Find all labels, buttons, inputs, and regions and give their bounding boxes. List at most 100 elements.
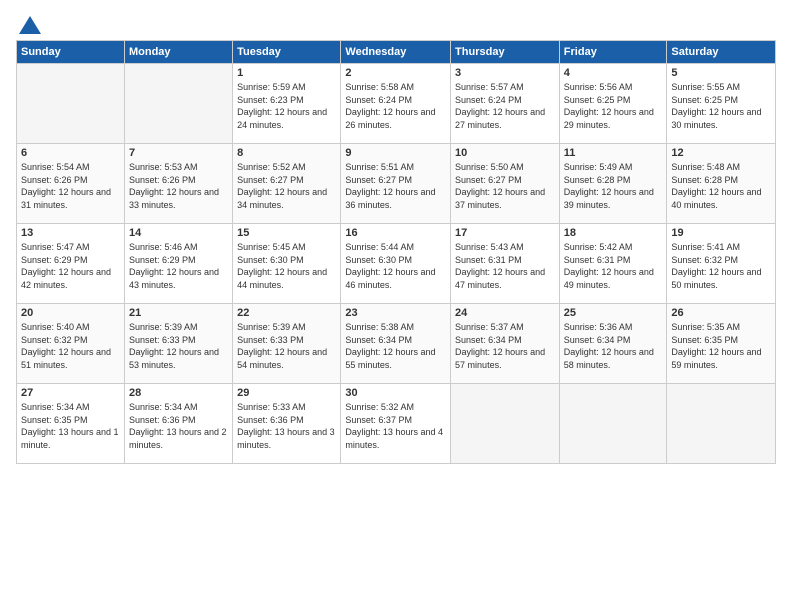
calendar-cell: 24 Sunrise: 5:37 AMSunset: 6:34 PMDayligh…	[451, 304, 560, 384]
day-number: 7	[129, 147, 228, 159]
day-number: 3	[455, 67, 555, 79]
day-number: 17	[455, 227, 555, 239]
day-info: Sunrise: 5:58 AMSunset: 6:24 PMDaylight:…	[345, 81, 446, 131]
calendar-cell: 29Sunrise: 5:33 AMSunset: 6:36 PMDayligh…	[233, 384, 341, 464]
day-info: Sunrise: 5:37 AMSunset: 6:34 PMDaylight:…	[455, 321, 555, 371]
day-info: Sunrise: 5:48 AMSunset: 6:28 PMDaylight:…	[671, 161, 771, 211]
calendar-cell	[17, 64, 125, 144]
calendar-cell: 21 Sunrise: 5:39 AMSunset: 6:33 PMDayligh…	[124, 304, 232, 384]
calendar-cell: 17 Sunrise: 5:43 AMSunset: 6:31 PMDayligh…	[451, 224, 560, 304]
calendar-cell: 13 Sunrise: 5:47 AMSunset: 6:29 PMDayligh…	[17, 224, 125, 304]
day-info: Sunrise: 5:43 AMSunset: 6:31 PMDaylight:…	[455, 241, 555, 291]
day-number: 5	[671, 67, 771, 79]
day-info: Sunrise: 5:42 AMSunset: 6:31 PMDaylight:…	[564, 241, 663, 291]
day-number: 1	[237, 67, 336, 79]
day-number: 8	[237, 147, 336, 159]
day-number: 12	[671, 147, 771, 159]
day-number: 19	[671, 227, 771, 239]
day-header: Wednesday	[341, 41, 451, 64]
calendar-cell: 11 Sunrise: 5:49 AMSunset: 6:28 PMDayligh…	[559, 144, 667, 224]
day-info: Sunrise: 5:57 AMSunset: 6:24 PMDaylight:…	[455, 81, 555, 131]
calendar-week-row: 6Sunrise: 5:54 AMSunset: 6:26 PMDaylight…	[17, 144, 776, 224]
calendar-cell: 3 Sunrise: 5:57 AMSunset: 6:24 PMDaylight…	[451, 64, 560, 144]
day-info: Sunrise: 5:38 AMSunset: 6:34 PMDaylight:…	[345, 321, 446, 371]
calendar-cell: 23 Sunrise: 5:38 AMSunset: 6:34 PMDayligh…	[341, 304, 451, 384]
calendar-cell: 7 Sunrise: 5:53 AMSunset: 6:26 PMDaylight…	[124, 144, 232, 224]
day-number: 26	[671, 307, 771, 319]
day-info: Sunrise: 5:33 AMSunset: 6:36 PMDaylight:…	[237, 401, 336, 451]
calendar-cell: 15Sunrise: 5:45 AMSunset: 6:30 PMDayligh…	[233, 224, 341, 304]
day-info: Sunrise: 5:59 AMSunset: 6:23 PMDaylight:…	[237, 81, 336, 131]
day-number: 18	[564, 227, 663, 239]
day-number: 11	[564, 147, 663, 159]
calendar-week-row: 1 Sunrise: 5:59 AMSunset: 6:23 PMDaylight…	[17, 64, 776, 144]
calendar-cell: 28 Sunrise: 5:34 AMSunset: 6:36 PMDayligh…	[124, 384, 232, 464]
day-header: Tuesday	[233, 41, 341, 64]
day-info: Sunrise: 5:40 AMSunset: 6:32 PMDaylight:…	[21, 321, 120, 371]
day-number: 9	[345, 147, 446, 159]
calendar-cell: 19 Sunrise: 5:41 AMSunset: 6:32 PMDayligh…	[667, 224, 776, 304]
calendar-cell: 18 Sunrise: 5:42 AMSunset: 6:31 PMDayligh…	[559, 224, 667, 304]
calendar-cell	[559, 384, 667, 464]
calendar-cell: 5Sunrise: 5:55 AMSunset: 6:25 PMDaylight…	[667, 64, 776, 144]
day-info: Sunrise: 5:39 AMSunset: 6:33 PMDaylight:…	[129, 321, 228, 371]
day-number: 21	[129, 307, 228, 319]
day-info: Sunrise: 5:53 AMSunset: 6:26 PMDaylight:…	[129, 161, 228, 211]
day-info: Sunrise: 5:39 AMSunset: 6:33 PMDaylight:…	[237, 321, 336, 371]
day-number: 2	[345, 67, 446, 79]
day-number: 22	[237, 307, 336, 319]
calendar-week-row: 27 Sunrise: 5:34 AMSunset: 6:35 PMDayligh…	[17, 384, 776, 464]
day-info: Sunrise: 5:32 AMSunset: 6:37 PMDaylight:…	[345, 401, 446, 451]
day-number: 28	[129, 387, 228, 399]
calendar-cell: 2 Sunrise: 5:58 AMSunset: 6:24 PMDaylight…	[341, 64, 451, 144]
calendar-cell: 26 Sunrise: 5:35 AMSunset: 6:35 PMDayligh…	[667, 304, 776, 384]
day-info: Sunrise: 5:36 AMSunset: 6:34 PMDaylight:…	[564, 321, 663, 371]
calendar-cell	[667, 384, 776, 464]
calendar-cell: 25 Sunrise: 5:36 AMSunset: 6:34 PMDayligh…	[559, 304, 667, 384]
calendar: SundayMondayTuesdayWednesdayThursdayFrid…	[16, 40, 776, 464]
day-header: Saturday	[667, 41, 776, 64]
day-info: Sunrise: 5:41 AMSunset: 6:32 PMDaylight:…	[671, 241, 771, 291]
calendar-week-row: 20 Sunrise: 5:40 AMSunset: 6:32 PMDayligh…	[17, 304, 776, 384]
day-number: 14	[129, 227, 228, 239]
day-number: 25	[564, 307, 663, 319]
day-info: Sunrise: 5:46 AMSunset: 6:29 PMDaylight:…	[129, 241, 228, 291]
calendar-cell: 8Sunrise: 5:52 AMSunset: 6:27 PMDaylight…	[233, 144, 341, 224]
day-header: Thursday	[451, 41, 560, 64]
day-info: Sunrise: 5:50 AMSunset: 6:27 PMDaylight:…	[455, 161, 555, 211]
day-info: Sunrise: 5:47 AMSunset: 6:29 PMDaylight:…	[21, 241, 120, 291]
day-info: Sunrise: 5:56 AMSunset: 6:25 PMDaylight:…	[564, 81, 663, 131]
logo-icon	[19, 16, 41, 34]
day-number: 13	[21, 227, 120, 239]
calendar-cell: 20 Sunrise: 5:40 AMSunset: 6:32 PMDayligh…	[17, 304, 125, 384]
day-info: Sunrise: 5:49 AMSunset: 6:28 PMDaylight:…	[564, 161, 663, 211]
day-header: Monday	[124, 41, 232, 64]
day-info: Sunrise: 5:34 AMSunset: 6:36 PMDaylight:…	[129, 401, 228, 451]
day-number: 24	[455, 307, 555, 319]
calendar-cell: 16 Sunrise: 5:44 AMSunset: 6:30 PMDayligh…	[341, 224, 451, 304]
calendar-cell	[124, 64, 232, 144]
calendar-cell: 22 Sunrise: 5:39 AMSunset: 6:33 PMDayligh…	[233, 304, 341, 384]
page-container: SundayMondayTuesdayWednesdayThursdayFrid…	[0, 0, 792, 612]
logo	[16, 16, 42, 30]
day-header: Friday	[559, 41, 667, 64]
day-number: 23	[345, 307, 446, 319]
day-number: 27	[21, 387, 120, 399]
calendar-cell: 4 Sunrise: 5:56 AMSunset: 6:25 PMDaylight…	[559, 64, 667, 144]
day-info: Sunrise: 5:34 AMSunset: 6:35 PMDaylight:…	[21, 401, 120, 451]
day-info: Sunrise: 5:44 AMSunset: 6:30 PMDaylight:…	[345, 241, 446, 291]
calendar-cell: 30 Sunrise: 5:32 AMSunset: 6:37 PMDayligh…	[341, 384, 451, 464]
day-number: 4	[564, 67, 663, 79]
calendar-cell: 27 Sunrise: 5:34 AMSunset: 6:35 PMDayligh…	[17, 384, 125, 464]
calendar-cell: 9 Sunrise: 5:51 AMSunset: 6:27 PMDaylight…	[341, 144, 451, 224]
day-info: Sunrise: 5:45 AMSunset: 6:30 PMDaylight:…	[237, 241, 336, 291]
day-header: Sunday	[17, 41, 125, 64]
day-info: Sunrise: 5:51 AMSunset: 6:27 PMDaylight:…	[345, 161, 446, 211]
day-number: 20	[21, 307, 120, 319]
calendar-cell: 12 Sunrise: 5:48 AMSunset: 6:28 PMDayligh…	[667, 144, 776, 224]
calendar-cell: 14 Sunrise: 5:46 AMSunset: 6:29 PMDayligh…	[124, 224, 232, 304]
day-number: 10	[455, 147, 555, 159]
day-number: 16	[345, 227, 446, 239]
day-number: 30	[345, 387, 446, 399]
day-info: Sunrise: 5:35 AMSunset: 6:35 PMDaylight:…	[671, 321, 771, 371]
